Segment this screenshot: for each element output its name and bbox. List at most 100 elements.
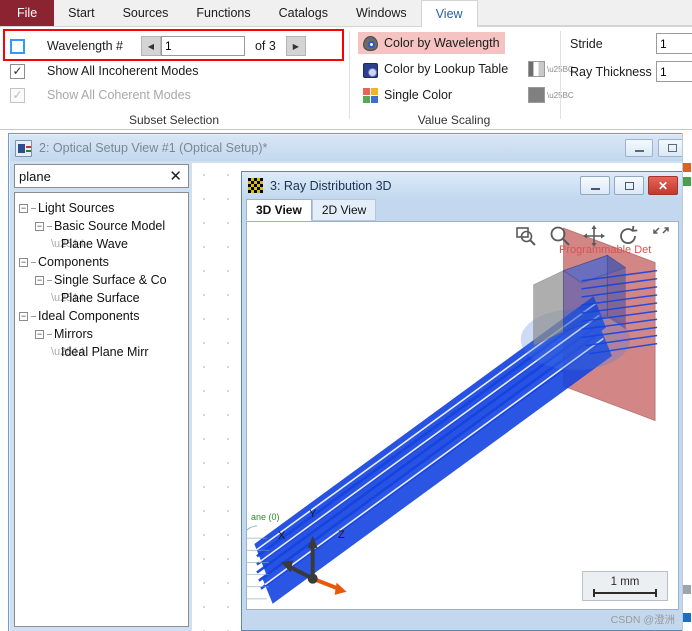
tree-item-plane-surface[interactable]: \u2514 Plane Surface [19, 289, 188, 307]
axis-label-x: X [278, 530, 286, 542]
scale-bar-ruler [593, 588, 657, 597]
ray-window-close-button[interactable]: ✕ [648, 176, 678, 195]
color-squares-icon [363, 87, 378, 103]
wavelength-label: Wavelength # [47, 39, 123, 53]
ribbon-separator-1 [349, 31, 350, 119]
docked-chip-4[interactable] [683, 613, 691, 622]
optical-setup-minimize-button[interactable] [625, 139, 653, 157]
docked-chip-3[interactable] [683, 585, 691, 594]
ray-window-title: 3: Ray Distribution 3D [270, 178, 392, 193]
subset-selection-caption: Subset Selection [128, 113, 220, 127]
stride-input[interactable] [656, 33, 692, 54]
application-window: File Start Sources Functions Catalogs Wi… [0, 0, 692, 631]
tree-item-basic-source-model[interactable]: − Basic Source Model [19, 217, 188, 235]
tree-item-components[interactable]: − Components [19, 253, 188, 271]
expand-icon[interactable] [650, 224, 670, 248]
tree-item-ideal-components[interactable]: − Ideal Components [19, 307, 188, 325]
tab-windows-label: Windows [355, 6, 407, 20]
catalog-tree-list: − Light Sources − Basic Source Model \u2… [15, 193, 188, 361]
axis-label-y: Y [309, 508, 317, 520]
color-by-wavelength-option[interactable]: Color by Wavelength [358, 32, 505, 54]
tab-3d-view-label: 3D View [256, 203, 302, 217]
tree-item-single-surface[interactable]: − Single Surface & Co [19, 271, 188, 289]
incoherent-modes-label: Show All Incoherent Modes [47, 64, 199, 78]
wavelength-total-label: of 3 [254, 39, 276, 53]
tree-item-label: Ideal Plane Mirr [61, 345, 149, 359]
incoherent-row: Show All Incoherent Modes [10, 61, 198, 81]
coherent-modes-checkbox[interactable] [10, 87, 25, 103]
expander-icon[interactable]: − [19, 257, 28, 267]
incoherent-modes-checkbox[interactable] [10, 63, 25, 79]
tab-functions[interactable]: Functions [182, 0, 265, 26]
watermark: CSDN @澄洲 [610, 614, 675, 626]
expander-icon[interactable]: − [35, 329, 44, 339]
single-color-option[interactable]: Single Color [358, 84, 457, 106]
tree-item-label: Plane Surface [61, 291, 140, 305]
ray-window-maximize-button[interactable] [614, 176, 644, 195]
ray-window-minimize-button[interactable] [580, 176, 610, 195]
tree-item-mirrors[interactable]: − Mirrors [19, 325, 188, 343]
tab-catalogs[interactable]: Catalogs [264, 0, 342, 26]
group-subset-selection: Wavelength # ◀ of 3 ▶ Show All Incoheren… [0, 27, 348, 130]
clear-search-icon[interactable]: ✕ [167, 167, 184, 185]
axis-label-z: Z [338, 529, 345, 541]
expander-icon[interactable]: − [19, 311, 28, 321]
single-color-swatch[interactable] [528, 87, 545, 103]
wavelength-prev-button[interactable]: ◀ [140, 36, 161, 56]
optical-setup-title: 2: Optical Setup View #1 (Optical Setup)… [39, 141, 268, 155]
scale-bar: 1 mm [582, 571, 668, 601]
tab-sources[interactable]: Sources [108, 0, 183, 26]
ribbon-panel: Wavelength # ◀ of 3 ▶ Show All Incoheren… [0, 27, 692, 130]
optical-setup-icon [15, 139, 32, 157]
tree-item-ideal-plane-mirror[interactable]: \u2514 Ideal Plane Mirr [19, 343, 188, 361]
tab-3d-view[interactable]: 3D View [246, 199, 312, 221]
tab-start[interactable]: Start [54, 0, 109, 26]
tab-windows[interactable]: Windows [341, 0, 421, 26]
right-docked-panel[interactable] [682, 133, 692, 631]
docked-chip-1[interactable] [683, 163, 691, 172]
tree-item-plane-wave[interactable]: \u2514 Plane Wave [19, 235, 188, 253]
tree-item-light-sources[interactable]: − Light Sources [19, 199, 188, 217]
wavelength-row: Wavelength # ◀ of 3 ▶ [10, 35, 340, 57]
zoom-region-icon[interactable] [514, 224, 538, 248]
docked-chip-2[interactable] [683, 177, 691, 186]
color-by-lookup-table-label: Color by Lookup Table [384, 62, 509, 76]
tree-search-value: plane [19, 168, 51, 184]
expander-icon[interactable]: − [19, 203, 28, 213]
tree-item-label: Ideal Components [38, 309, 140, 323]
optical-setup-title-bar[interactable]: 2: Optical Setup View #1 (Optical Setup)… [10, 135, 692, 161]
detector-label: Programmable Det [559, 244, 652, 256]
tree-item-label: Components [38, 255, 109, 269]
color-by-lookup-table-option[interactable]: Color by Lookup Table [358, 58, 513, 80]
ray-window-title-bar[interactable]: 3: Ray Distribution 3D ✕ [242, 172, 683, 199]
ray-scene-graphic [247, 227, 658, 609]
tree-item-label: Light Sources [38, 201, 115, 215]
tab-2d-view[interactable]: 2D View [311, 199, 377, 221]
lookup-table-swatch[interactable] [528, 61, 545, 77]
color-by-wavelength-label: Color by Wavelength [384, 36, 500, 50]
group-stride: Stride Ray Thickness [560, 27, 692, 130]
ray-thickness-input[interactable] [656, 61, 692, 82]
tab-view[interactable]: View [420, 0, 478, 27]
ray-thickness-label: Ray Thickness [570, 65, 652, 79]
wavelength-checkbox[interactable] [10, 38, 25, 54]
tree-search-box[interactable]: plane ✕ [14, 164, 189, 188]
expander-icon[interactable]: − [35, 221, 44, 231]
stride-label: Stride [570, 37, 603, 51]
wavelength-next-button[interactable]: ▶ [285, 36, 306, 56]
tree-item-label: Plane Wave [61, 237, 128, 251]
single-color-label: Single Color [384, 88, 453, 102]
tab-2d-view-label: 2D View [321, 203, 367, 217]
tab-sources-label: Sources [122, 6, 169, 20]
group-value-scaling: Color by Wavelength Color by Lookup Tabl… [352, 27, 574, 130]
tab-file-label: File [17, 6, 38, 20]
optical-setup-window-buttons [625, 139, 686, 157]
tab-view-label: View [435, 7, 463, 21]
ray-3d-canvas[interactable]: Programmable Det ane (0) X Y Z 1 mm [246, 221, 679, 610]
catalog-tree[interactable]: − Light Sources − Basic Source Model \u2… [14, 192, 189, 627]
expander-icon[interactable]: − [35, 275, 44, 285]
wavelength-input[interactable] [160, 36, 245, 56]
eye-icon [363, 35, 378, 51]
tab-file[interactable]: File [0, 0, 55, 26]
ray-distribution-icon [248, 178, 263, 193]
